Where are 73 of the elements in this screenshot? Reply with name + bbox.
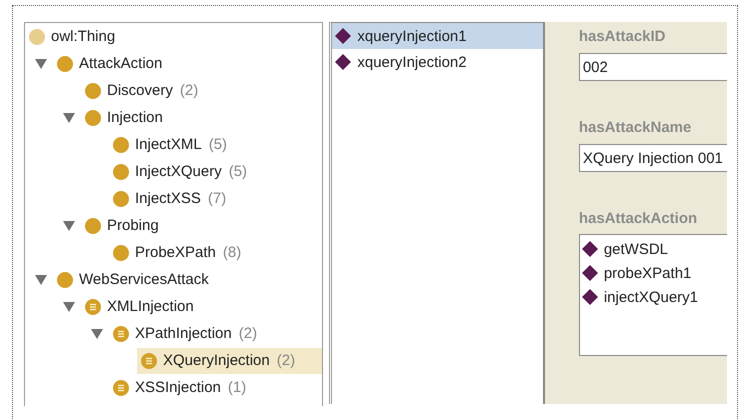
property-label: hasAttackID [578, 28, 667, 46]
diamond-icon [335, 54, 352, 70]
tree-item[interactable]: XSSInjection (1) [113, 374, 322, 400]
expanded-arrow-icon[interactable] [63, 220, 75, 230]
lined-circle-icon [113, 326, 129, 342]
tree-item[interactable]: Discovery (2) [85, 78, 322, 104]
class-label: Discovery [107, 82, 173, 99]
circle-icon [113, 190, 129, 206]
class-label: Injection [107, 109, 163, 126]
value-field[interactable]: XQuery Injection 001 [578, 144, 727, 172]
tree-item[interactable]: XQueryInjection (2) [137, 348, 322, 374]
diamond-icon [582, 289, 598, 305]
class-label: ProbeXPath [135, 244, 216, 261]
circle-icon [57, 272, 73, 288]
class-label: XPathInjection [135, 325, 232, 342]
instance-item[interactable]: xqueryInjection2 [332, 49, 543, 75]
class-label: XQueryInjection [163, 352, 270, 369]
lined-circle-icon [85, 298, 101, 314]
value-item[interactable]: getWSDL [604, 240, 668, 258]
circle-icon [29, 28, 45, 44]
tree-item[interactable]: AttackAction [57, 50, 322, 76]
expanded-arrow-icon[interactable] [63, 302, 75, 312]
circle-icon [57, 56, 73, 72]
instance-count: (5) [208, 136, 228, 153]
instance-count: (7) [208, 190, 226, 207]
diamond-icon [582, 265, 598, 281]
class-label: owl:Thing [51, 28, 116, 45]
class-label: XMLInjection [107, 298, 194, 315]
circle-icon [85, 110, 101, 126]
tree-item[interactable]: InjectXML (5) [113, 132, 322, 158]
diamond-icon [335, 28, 352, 44]
instance-count: (5) [228, 163, 248, 180]
instance-label: xqueryInjection2 [357, 54, 467, 70]
circle-icon [113, 136, 129, 152]
instance-count: (1) [228, 379, 246, 396]
class-label: AttackAction [79, 55, 162, 72]
circle-icon [85, 218, 101, 234]
circle-icon [85, 82, 101, 98]
tree-item[interactable]: XMLInjection [85, 294, 322, 320]
instance-item[interactable]: xqueryInjection1 [332, 23, 543, 49]
tree-item[interactable]: XPathInjection (2) [113, 320, 322, 346]
tree-item[interactable]: WebServicesAttack [57, 266, 322, 292]
expanded-arrow-icon[interactable] [63, 112, 75, 122]
value-item[interactable]: injectXQuery1 [604, 288, 698, 306]
diamond-icon [582, 241, 598, 257]
class-label: WebServicesAttack [79, 271, 209, 288]
circle-icon [113, 244, 129, 260]
class-label: InjectXML [135, 136, 202, 153]
tree-item[interactable]: ProbeXPath (8) [113, 240, 322, 266]
tree-item[interactable]: Probing [85, 212, 322, 238]
instance-count: (2) [180, 82, 198, 99]
value-item[interactable]: probeXPath1 [604, 264, 692, 282]
expanded-arrow-icon[interactable] [35, 58, 47, 68]
class-label: XSSInjection [135, 379, 221, 396]
circle-icon [113, 164, 129, 180]
class-label: Probing [107, 217, 159, 234]
lined-circle-icon [113, 380, 129, 396]
tree-item[interactable]: Injection [85, 104, 322, 130]
instance-count: (2) [276, 352, 296, 369]
expanded-arrow-icon[interactable] [35, 274, 47, 284]
instance-label: xqueryInjection1 [357, 28, 467, 44]
lined-circle-icon [141, 352, 157, 368]
class-label: InjectXSS [135, 190, 201, 207]
property-label: hasAttackAction [578, 210, 698, 228]
tree-item[interactable]: owl:Thing [29, 24, 322, 50]
property-label: hasAttackName [578, 119, 692, 137]
class-label: InjectXQuery [135, 163, 222, 180]
tree-item[interactable]: InjectXSS (7) [113, 186, 322, 212]
value-field[interactable]: 002 [578, 53, 727, 81]
tree-item[interactable]: InjectXQuery (5) [113, 158, 322, 184]
expanded-arrow-icon[interactable] [91, 328, 103, 338]
instance-count: (2) [238, 325, 258, 342]
instance-count: (8) [222, 244, 242, 261]
